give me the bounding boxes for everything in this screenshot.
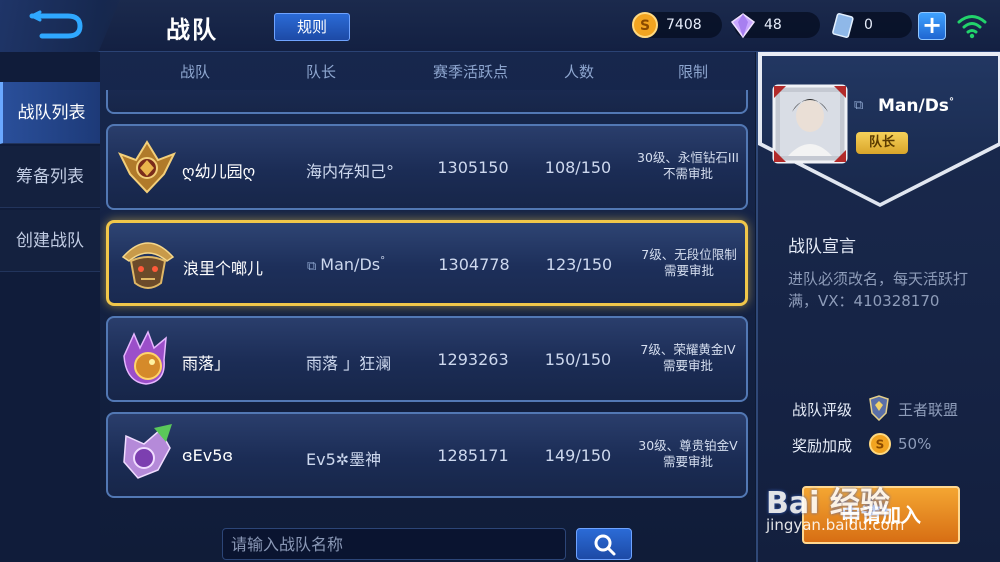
linked-account-icon: ⧉	[854, 98, 864, 113]
requirement-approval: 需要审批	[662, 358, 713, 373]
team-requirements: 30级、永恒钻石III 不需审批	[628, 150, 748, 182]
back-arrow-icon	[29, 10, 83, 39]
team-requirements: 7级、荣耀黄金IV 需要审批	[628, 342, 748, 374]
table-header: 战队 队长 赛季活跃点 人数 限制	[100, 52, 755, 90]
tribal-mask-emblem-icon	[121, 242, 175, 289]
purple-crest-emblem-icon	[123, 424, 172, 479]
top-bar: 战队 规则 S 7408 48 0 +	[0, 0, 1000, 52]
voucher-icon	[832, 12, 854, 38]
team-search-input[interactable]	[222, 528, 566, 560]
sidebar-item-create-team[interactable]: 创建战队	[0, 210, 100, 272]
team-member-count: 123/150	[545, 255, 613, 274]
team-captain: 海内存知己°	[306, 162, 395, 181]
diamond-value: 48	[764, 17, 782, 33]
sidebar: 战队列表 筹备列表 创建战队	[0, 52, 100, 562]
captain-name-text: Man/Ds	[878, 96, 949, 116]
voucher-balance: 0	[832, 12, 912, 38]
team-name: 浪里个啷儿	[183, 259, 264, 278]
team-list[interactable]: ღ幼儿园ღ 海内存知己° 1305150 108/150 30级、永恒钻石III…	[100, 90, 755, 524]
column-header-team: 战队	[180, 63, 211, 81]
team-name: ღ幼儿园ღ	[182, 162, 256, 181]
requirement-level-rank: 7级、无段位限制	[641, 247, 737, 262]
dragon-emblem-icon	[123, 330, 167, 385]
page-title: 战队	[166, 16, 218, 44]
captain-name-suffix: °	[948, 96, 954, 108]
svg-text:S: S	[640, 18, 650, 34]
add-currency-button[interactable]: +	[918, 12, 946, 40]
rating-label: 战队评级	[792, 401, 853, 419]
requirement-approval: 不需审批	[662, 166, 713, 181]
bonus-value: 50%	[898, 435, 932, 453]
linked-account-icon: ⧉	[307, 259, 317, 274]
wifi-icon	[957, 15, 987, 39]
requirement-level-rank: 30级、尊贵铂金V	[638, 438, 738, 453]
team-captain: ⧉ Man/Ds°	[307, 255, 385, 274]
voucher-value: 0	[864, 17, 873, 33]
watermark-url: jingyan.baidu.com	[766, 516, 905, 534]
requirement-approval: 需要审批	[662, 454, 713, 469]
team-member-count: 108/150	[544, 158, 612, 177]
search-button[interactable]	[576, 528, 632, 560]
table-row[interactable]: ɞEv5ɞ Ev5✲墨神 1285171 149/150 30级、尊贵铂金V 需…	[106, 412, 748, 498]
requirement-approval: 需要审批	[663, 263, 714, 278]
captain-avatar	[772, 84, 848, 164]
team-member-count: 149/150	[544, 446, 612, 465]
king-league-rank-icon	[869, 395, 889, 421]
column-header-season-points: 赛季活跃点	[433, 63, 509, 81]
column-header-captain: 队长	[306, 63, 337, 81]
team-captain: Ev5✲墨神	[306, 450, 382, 469]
search-bar	[100, 528, 755, 562]
diamond-balance: 48	[730, 12, 820, 39]
team-points: 1305150	[437, 158, 509, 177]
team-member-count: 150/150	[544, 350, 612, 369]
gold-balance: S 7408	[632, 12, 722, 38]
bonus-label: 奖励加成	[792, 437, 853, 455]
team-name: 雨落」	[182, 354, 231, 373]
declaration-text: 进队必须改名，每天活跃打满，VX：410328170	[788, 270, 969, 310]
table-row[interactable]: ღ幼儿园ღ 海内存知己° 1305150 108/150 30级、永恒钻石III…	[106, 124, 748, 210]
declaration-title: 战队宣言	[788, 237, 856, 257]
gold-coin-icon: S	[869, 433, 891, 455]
captain-name: Man/Ds	[320, 255, 381, 274]
team-requirements: 7级、无段位限制 需要审批	[629, 247, 749, 279]
table-row[interactable]: 雨落」 雨落 」狂澜 1293263 150/150 7级、荣耀黄金IV 需要审…	[106, 316, 748, 402]
requirement-level-rank: 30级、永恒钻石III	[637, 150, 739, 165]
golden-eagle-emblem-icon	[117, 140, 177, 194]
back-button[interactable]	[0, 0, 120, 52]
team-captain: 雨落 」狂澜	[306, 354, 392, 373]
captain-badge: 队长	[856, 132, 908, 154]
panel-captain-name: Man/Ds°	[878, 96, 954, 116]
sidebar-item-prep-list[interactable]: 筹备列表	[0, 146, 100, 208]
team-points: 1285171	[437, 446, 509, 465]
team-points: 1304778	[438, 255, 510, 274]
captain-suffix: °	[380, 255, 386, 267]
table-row[interactable]	[106, 90, 748, 114]
table-row-selected[interactable]: 浪里个啷儿 ⧉ Man/Ds° 1304778 123/150 7级、无段位限制 …	[106, 220, 748, 306]
search-icon	[594, 534, 616, 556]
team-requirements: 30级、尊贵铂金V 需要审批	[628, 438, 748, 470]
rating-value: 王者联盟	[898, 401, 959, 419]
team-name: ɞEv5ɞ	[182, 446, 234, 465]
column-header-requirements: 限制	[678, 63, 709, 81]
team-points: 1293263	[437, 350, 509, 369]
requirement-level-rank: 7级、荣耀黄金IV	[640, 342, 736, 357]
team-list-panel: 战队 队长 赛季活跃点 人数 限制 ღ幼儿园ღ 海内存知己° 1305150 1…	[100, 52, 755, 562]
gold-value: 7408	[666, 17, 702, 33]
svg-text:S: S	[876, 438, 885, 452]
column-header-members: 人数	[564, 63, 595, 81]
rules-button[interactable]: 规则	[274, 13, 350, 41]
gold-coin-icon: S	[632, 12, 658, 38]
sidebar-item-team-list[interactable]: 战队列表	[0, 82, 100, 144]
diamond-icon	[730, 13, 756, 39]
